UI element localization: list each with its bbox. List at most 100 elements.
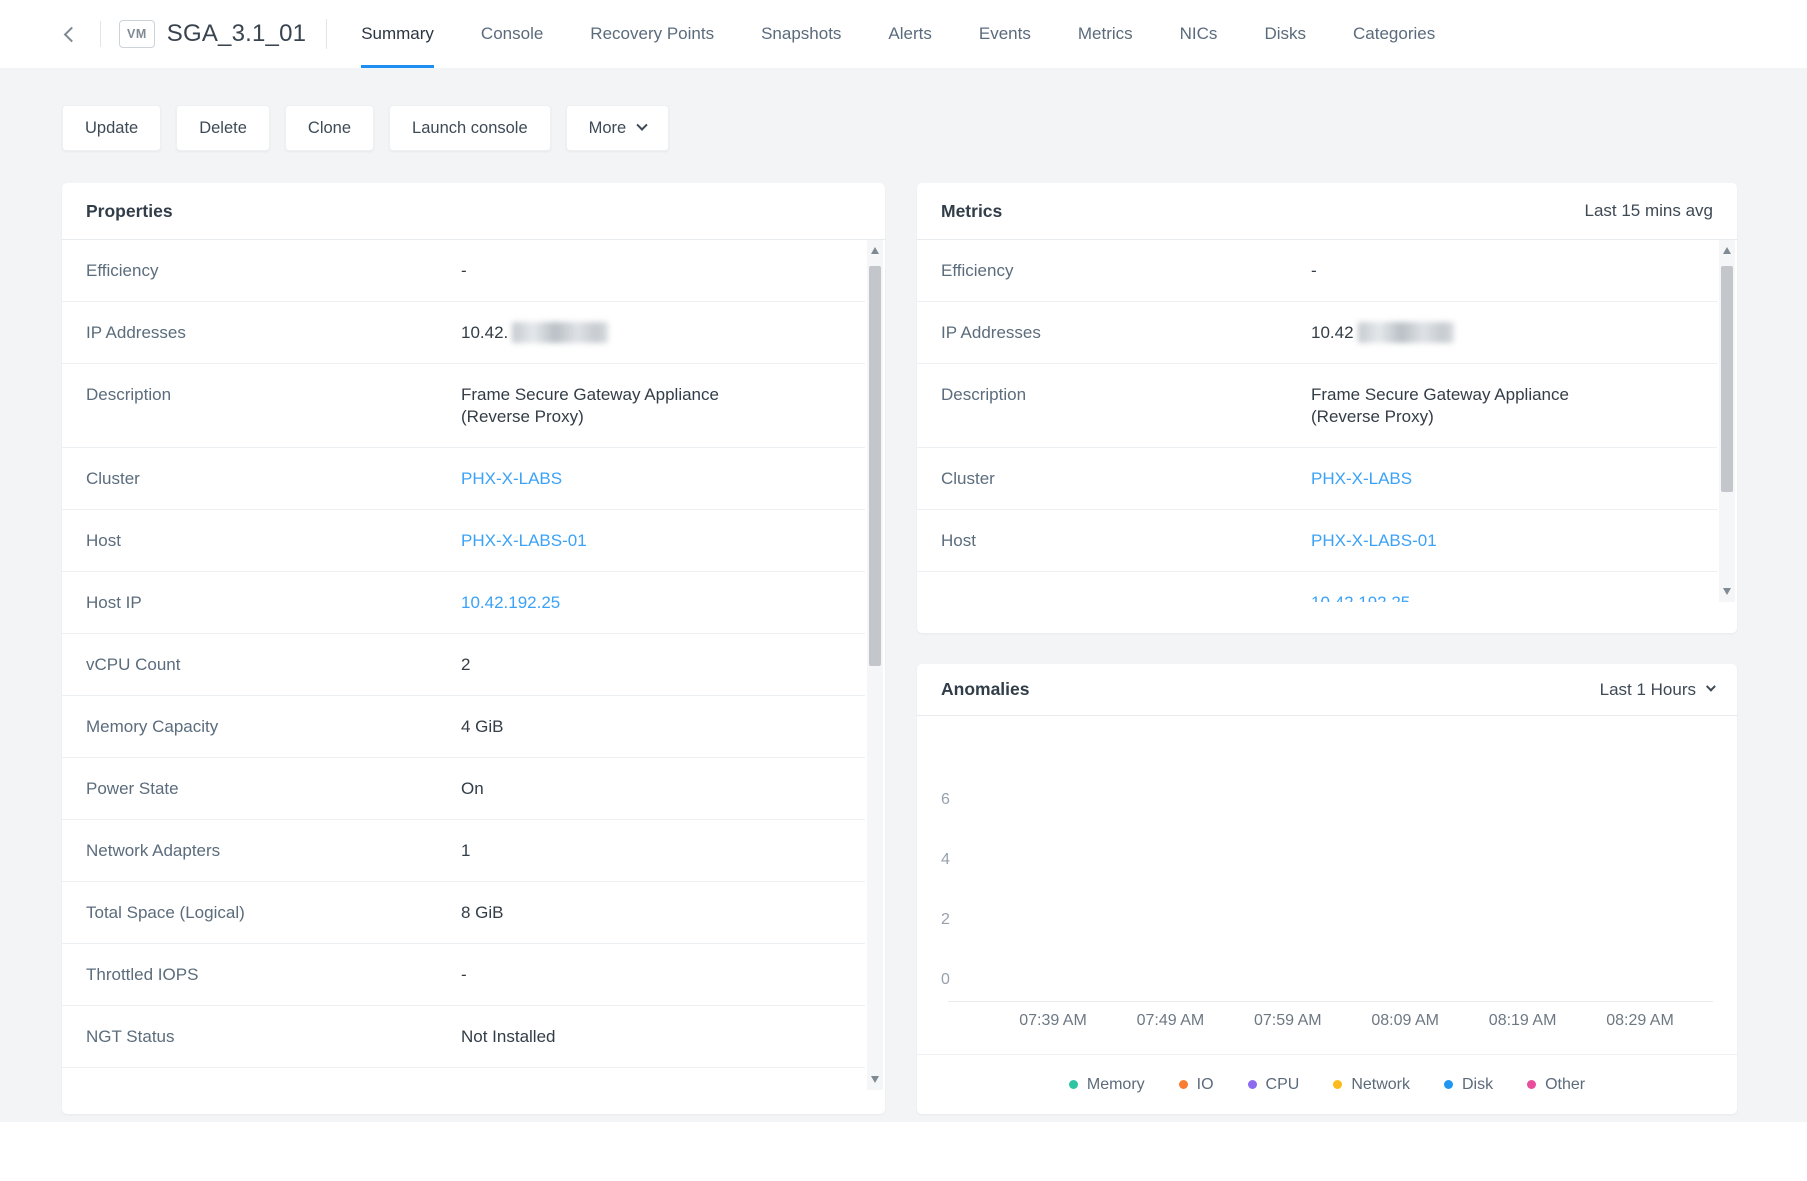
tab-label: Snapshots [761,24,841,44]
tab-bar: Summary Console Recovery Points Snapshots Al… [361,0,1435,68]
row-label: vCPU Count [86,654,461,676]
metrics-range-label: Last 15 mins avg [1584,201,1713,221]
legend-label: Other [1545,1076,1585,1094]
back-button[interactable] [56,0,82,68]
row-label: Total Space (Logical) [86,902,461,924]
tab-label: Alerts [888,24,931,44]
legend-item-cpu[interactable]: CPU [1248,1076,1300,1094]
tab-label: Events [979,24,1031,44]
metrics-scrollbar[interactable] [1719,240,1735,602]
divider [326,19,327,49]
launch-console-button-label: Launch console [412,119,528,138]
row-value: Not Installed [461,1026,556,1048]
link-value[interactable]: PHX-X-LABS [1311,469,1412,488]
property-row: Memory Capacity4 GiB [62,696,865,758]
launch-console-button[interactable]: Launch console [389,105,551,151]
metric-row: Efficiency- [917,240,1717,302]
legend-dot-icon [1527,1080,1536,1089]
row-value: PHX-X-LABS-01 [1311,530,1437,552]
row-label: Services Enabled [86,1088,461,1090]
clone-button[interactable]: Clone [285,105,374,151]
property-row: Host IP10.42.192.25 [62,572,865,634]
x-axis-line [948,1001,1713,1002]
metrics-title: Metrics [941,201,1002,222]
tab-recovery-points[interactable]: Recovery Points [590,0,714,68]
legend-dot-icon [1333,1080,1342,1089]
more-button[interactable]: More [566,105,670,151]
metric-row: IP Addresses10.42 [917,302,1717,364]
y-axis-tick: 4 [941,850,963,870]
x-axis-tick: 07:39 AM [1019,1012,1087,1030]
legend-label: Disk [1462,1076,1493,1094]
legend-item-memory[interactable]: Memory [1069,1076,1145,1094]
scrollbar-thumb[interactable] [1721,266,1733,492]
properties-title: Properties [86,201,173,222]
y-axis-tick: 6 [941,790,963,810]
ip-prefix: 10.42. [461,323,508,342]
property-row: vCPU Count2 [62,634,865,696]
anomalies-range-dropdown[interactable]: Last 1 Hours [1600,680,1713,700]
legend-item-other[interactable]: Other [1527,1076,1585,1094]
anomalies-title: Anomalies [941,679,1030,700]
row-label: Network Adapters [86,840,461,862]
metric-row: HostPHX-X-LABS-01 [917,510,1717,572]
tab-categories[interactable]: Categories [1353,0,1435,68]
legend-item-io[interactable]: IO [1179,1076,1214,1094]
legend-dot-icon [1444,1080,1453,1089]
row-value: 10.42.192.25 [1311,592,1410,602]
anomalies-chart: MemoryIOCPUNetworkDiskOther 642007:39 AM… [917,716,1737,1114]
legend-label: Memory [1087,1076,1145,1094]
update-button[interactable]: Update [62,105,161,151]
legend-item-disk[interactable]: Disk [1444,1076,1493,1094]
anomalies-panel: Anomalies Last 1 Hours Memory IO CPU Networ… [917,664,1737,1114]
row-label: Cluster [86,468,461,490]
properties-panel: Properties Efficiency-IP Addresses10.42.… [62,183,885,1114]
page-title: SGA_3.1_01 [167,20,306,48]
row-value: - [461,964,467,986]
link-value[interactable]: PHX-X-LABS [461,469,562,488]
ip-prefix: 10.42 [1311,323,1354,342]
tab-label: NICs [1180,24,1218,44]
properties-scrollbar[interactable] [867,240,883,1090]
tab-label: Disks [1264,24,1306,44]
tab-alerts[interactable]: Alerts [888,0,931,68]
tab-events[interactable]: Events [979,0,1031,68]
link-value[interactable]: 10.42.192.25 [1311,593,1410,602]
row-label: Description [86,384,461,406]
panels-row: Properties Efficiency-IP Addresses10.42.… [62,183,1807,1114]
row-value: 10.42 [1311,322,1454,344]
more-button-label: More [589,119,627,138]
scroll-up-icon[interactable] [871,247,879,254]
row-value: Frame Secure Gateway Appliance (Reverse … [1311,384,1601,428]
row-value: PHX-X-LABS [1311,468,1412,490]
tab-nics[interactable]: NICs [1180,0,1218,68]
tab-summary[interactable]: Summary [361,0,434,68]
tab-console[interactable]: Console [481,0,543,68]
row-label: Host [941,530,1311,552]
topbar: VM SGA_3.1_01 SummaryConsoleRecovery Poi… [0,0,1807,68]
tab-metrics[interactable]: Metrics [1078,0,1133,68]
scroll-down-icon[interactable] [1723,588,1731,595]
content-area: Update Delete Clone Launch console More … [0,68,1807,1122]
scroll-down-icon[interactable] [871,1076,879,1083]
chart-legend: Memory IO CPU Network Disk Other [917,1055,1737,1114]
scroll-up-icon[interactable] [1723,247,1731,254]
scrollbar-thumb[interactable] [869,266,881,666]
anomalies-header: Anomalies Last 1 Hours [917,664,1737,716]
delete-button[interactable]: Delete [176,105,270,151]
link-value[interactable]: PHX-X-LABS-01 [1311,531,1437,550]
property-row: Power StateOn [62,758,865,820]
divider [100,21,101,47]
tab-snapshots[interactable]: Snapshots [761,0,841,68]
legend-item-network[interactable]: Network [1333,1076,1410,1094]
link-value[interactable]: PHX-X-LABS-01 [461,531,587,550]
row-label: Efficiency [941,260,1311,282]
legend-label: Network [1351,1076,1410,1094]
property-row: ClusterPHX-X-LABS [62,448,865,510]
tab-disks[interactable]: Disks [1264,0,1306,68]
tab-label: Categories [1353,24,1435,44]
row-label: Memory Capacity [86,716,461,738]
row-label: Throttled IOPS [86,964,461,986]
anomalies-range-label: Last 1 Hours [1600,680,1696,700]
link-value[interactable]: 10.42.192.25 [461,593,560,612]
